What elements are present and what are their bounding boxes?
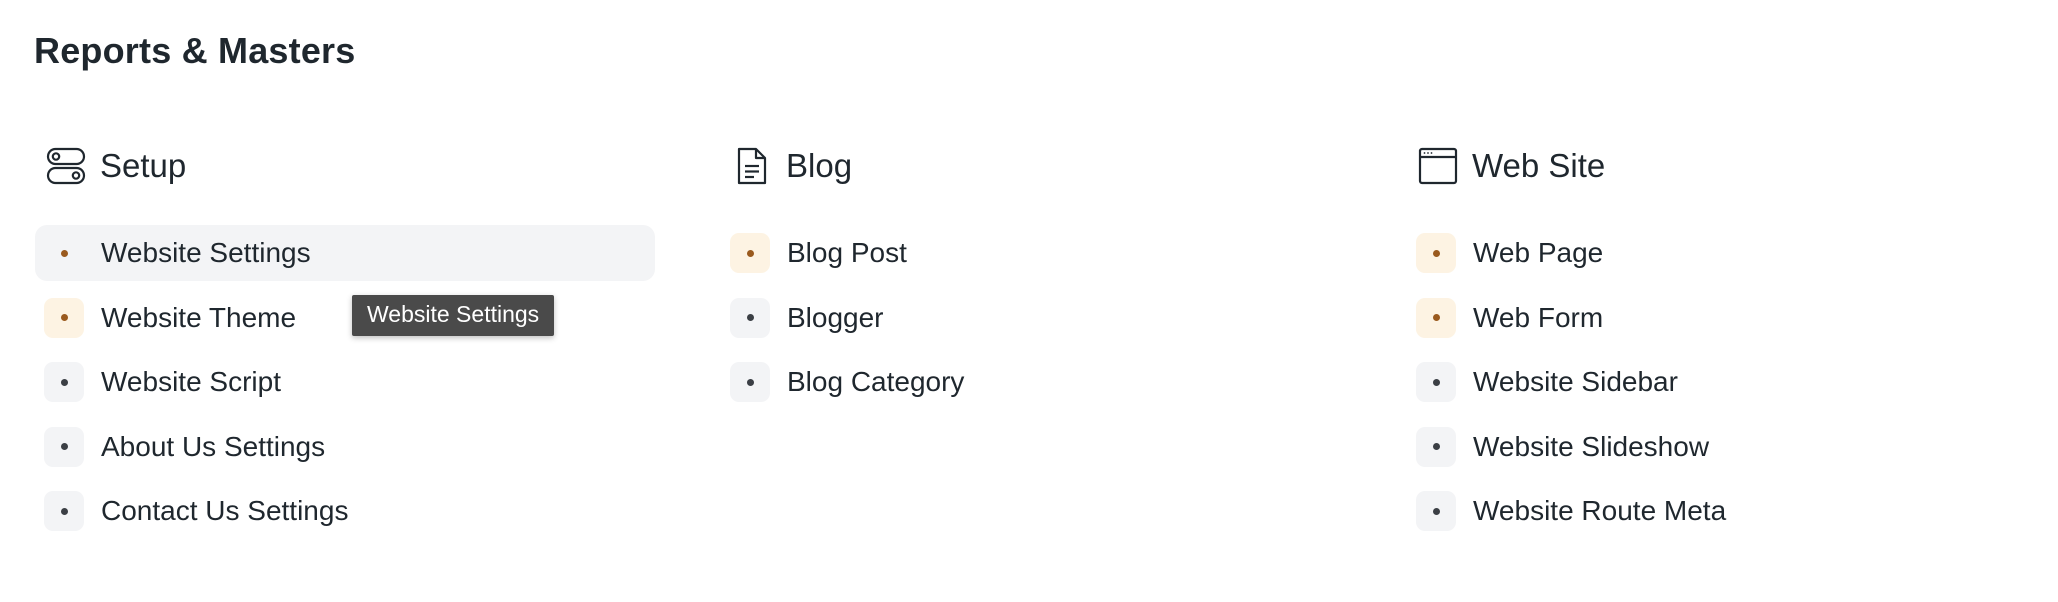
page-title: Reports & Masters	[34, 30, 356, 71]
link-label: Website Script	[101, 366, 281, 397]
link-blogger[interactable]: Blogger	[721, 290, 1341, 346]
bullet-icon	[44, 362, 84, 402]
link-website-script[interactable]: Website Script	[35, 354, 655, 410]
link-web-page[interactable]: Web Page	[1407, 225, 2027, 281]
link-website-route-meta[interactable]: Website Route Meta	[1407, 483, 2027, 539]
link-about-us-settings[interactable]: About Us Settings	[35, 419, 655, 475]
bullet-icon	[44, 233, 84, 273]
link-label: Website Route Meta	[1473, 495, 1727, 526]
link-label: Website Settings	[101, 237, 311, 268]
bullet-icon	[44, 297, 84, 338]
link-label: Website Sidebar	[1473, 366, 1678, 397]
link-label: Website Theme	[101, 301, 297, 333]
bullet-icon	[730, 297, 770, 338]
section-web-site: Web Site Web Page Web Form Website Sideb…	[1407, 140, 2027, 531]
link-web-form[interactable]: Web Form	[1407, 290, 2027, 346]
section-title-blog: Blog	[786, 147, 853, 184]
link-website-sidebar[interactable]: Website Sidebar	[1407, 354, 2027, 410]
link-contact-us-settings[interactable]: Contact Us Settings	[35, 483, 655, 539]
bullet-icon	[730, 233, 770, 273]
section-setup: Setup Website Settings Website Theme Web…	[35, 140, 655, 531]
link-blog-category[interactable]: Blog Category	[721, 354, 1341, 410]
bullet-icon	[1416, 297, 1456, 338]
section-blog: Blog Blog Post Blogger Blog Category	[721, 140, 1341, 402]
link-blog-post[interactable]: Blog Post	[721, 225, 1341, 281]
blog-link-list: Blog Post Blogger Blog Category	[721, 225, 1341, 419]
section-title-setup: Setup	[100, 147, 187, 184]
setup-link-list: Website Settings Website Theme Website S…	[35, 225, 655, 548]
bullet-icon	[1416, 491, 1456, 531]
section-header-blog: Blog	[721, 140, 1341, 192]
bullet-icon	[1416, 362, 1456, 402]
link-website-slideshow[interactable]: Website Slideshow	[1407, 419, 2027, 475]
bullet-icon	[1416, 233, 1456, 273]
bullet-icon	[1416, 426, 1456, 467]
link-label: Web Page	[1473, 237, 1604, 268]
link-label: Blogger	[787, 301, 884, 333]
link-label: Contact Us Settings	[101, 495, 349, 526]
link-label: Blog Category	[787, 366, 965, 397]
browser-window-icon	[1416, 144, 1460, 188]
tooltip: Website Settings	[352, 295, 555, 336]
web-site-link-list: Web Page Web Form Website Sidebar Websit…	[1407, 225, 2027, 548]
bullet-icon	[44, 491, 84, 531]
link-label: About Us Settings	[101, 430, 326, 462]
link-label: Blog Post	[787, 237, 907, 268]
document-icon	[730, 144, 774, 188]
section-header-web-site: Web Site	[1407, 140, 2027, 192]
link-website-settings[interactable]: Website Settings	[35, 225, 655, 281]
section-title-web-site: Web Site	[1472, 147, 1606, 184]
bullet-icon	[44, 426, 84, 467]
link-label: Website Slideshow	[1473, 430, 1710, 462]
section-header-setup: Setup	[35, 140, 655, 192]
toggle-icon	[44, 144, 88, 188]
link-label: Web Form	[1473, 301, 1604, 333]
bullet-icon	[730, 362, 770, 402]
link-website-theme[interactable]: Website Theme	[35, 290, 655, 346]
